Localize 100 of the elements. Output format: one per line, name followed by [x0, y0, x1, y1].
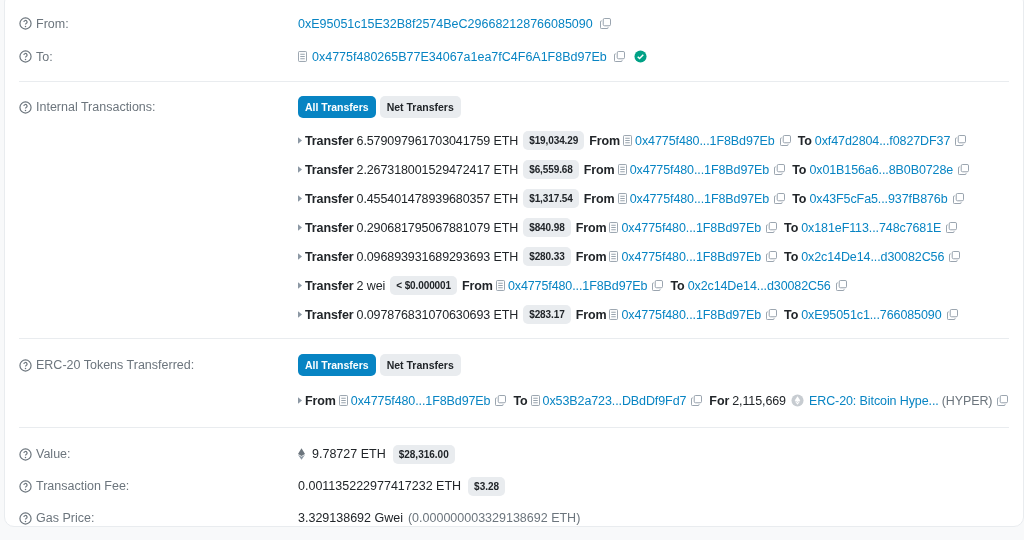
address-link[interactable]: 0xE95051c1...766085090 — [801, 307, 942, 322]
help-icon — [19, 511, 32, 525]
help-icon — [19, 479, 32, 493]
copy-icon[interactable] — [955, 135, 967, 146]
gas-price-detail: (0.000000003329138692 ETH) — [407, 511, 581, 525]
value-amount: 9.78727 ETH — [312, 447, 386, 461]
address-link[interactable]: 0x4775f480...1F8Bd97Eb — [621, 307, 762, 322]
help-icon — [19, 50, 32, 63]
caret-icon[interactable] — [298, 137, 302, 144]
filter-tab[interactable]: All Transfers — [298, 96, 376, 118]
copy-icon[interactable] — [779, 135, 791, 146]
usd-value-badge: $6,559.68 — [523, 160, 579, 179]
address-link[interactable]: 0x4775f480...1F8Bd97Eb — [350, 393, 491, 408]
address-link[interactable]: 0x4775f480...1F8Bd97Eb — [621, 249, 762, 264]
transfer-label: Transfer — [305, 162, 354, 177]
copy-icon[interactable] — [766, 222, 778, 233]
caret-icon[interactable] — [298, 282, 302, 289]
copy-icon[interactable] — [774, 193, 786, 204]
transfer-amount: 2.267318001529472417 ETH — [356, 162, 519, 177]
filter-tab[interactable]: Net Transfers — [379, 354, 461, 376]
copy-icon[interactable] — [652, 280, 664, 291]
field-label: Transaction Fee: — [36, 479, 130, 493]
copy-icon[interactable] — [835, 280, 847, 291]
to-label: To — [513, 393, 528, 408]
address-link[interactable]: 0xf47d2804...f0827DF37 — [814, 133, 951, 148]
contract-icon — [338, 395, 348, 406]
field-label: From: — [36, 16, 69, 31]
copy-icon[interactable] — [766, 251, 778, 262]
token-symbol: (HYPER) — [941, 393, 993, 408]
field-label: ERC-20 Tokens Transferred: — [36, 358, 195, 372]
copy-icon[interactable] — [946, 309, 958, 320]
field-label: To: — [36, 49, 53, 64]
copy-icon[interactable] — [958, 164, 970, 175]
transfer-amount: 6.579097961703041759 ETH — [356, 133, 519, 148]
contract-icon — [609, 309, 619, 320]
from-label: From — [305, 393, 336, 408]
address-link[interactable]: 0x4775f480...1F8Bd97Eb — [635, 133, 775, 148]
address-link[interactable]: 0x2c14De14...d30082C56 — [687, 278, 831, 293]
fee-amount: 0.001135222977417232 ETH — [298, 479, 462, 493]
contract-icon — [495, 280, 505, 291]
address-link[interactable]: 0x4775f480...1F8Bd97Eb — [629, 162, 770, 177]
filter-tab[interactable]: All Transfers — [298, 354, 376, 376]
caret-icon[interactable] — [298, 311, 302, 318]
token-quantity: 2,115,669 — [732, 393, 786, 408]
copy-icon[interactable] — [766, 309, 778, 320]
usd-value-badge: $28,316.00 — [392, 444, 455, 464]
to-label: To — [784, 249, 799, 264]
field-label: Gas Price: — [36, 511, 95, 525]
to-label: To — [784, 307, 799, 322]
address-link[interactable]: 0x01B156a6...8B0B0728e — [809, 162, 954, 177]
transfer-label: Transfer — [305, 278, 354, 293]
to-label: To — [797, 133, 812, 148]
transfer-amount: 0.290681795067881079 ETH — [356, 220, 519, 235]
copy-icon[interactable] — [691, 395, 703, 406]
from-label: From — [589, 133, 621, 148]
caret-icon[interactable] — [298, 195, 302, 202]
usd-value-badge: $3.28 — [468, 476, 506, 496]
caret-icon[interactable] — [298, 253, 302, 260]
usd-value-badge: $283.17 — [523, 305, 571, 324]
address-link[interactable]: 0x4775f480...1F8Bd97Eb — [621, 220, 762, 235]
caret-icon[interactable] — [298, 166, 302, 173]
copy-icon[interactable] — [495, 395, 507, 406]
contract-icon — [617, 193, 627, 204]
contract-icon — [530, 395, 540, 406]
from-label: From — [583, 191, 615, 206]
to-label: To — [670, 278, 685, 293]
copy-icon[interactable] — [599, 18, 611, 29]
copy-icon[interactable] — [613, 51, 625, 62]
token-link[interactable]: ERC-20: Bitcoin Hype... — [809, 393, 939, 408]
copy-icon[interactable] — [946, 222, 958, 233]
address-link[interactable]: 0x4775f480...1F8Bd97Eb — [507, 278, 648, 293]
token-icon — [791, 394, 804, 407]
usd-value-badge: $280.33 — [523, 247, 571, 266]
caret-icon[interactable] — [298, 224, 302, 231]
copy-icon[interactable] — [997, 395, 1009, 406]
from-label: From — [575, 220, 607, 235]
to-label: To — [792, 162, 807, 177]
caret-icon[interactable] — [298, 397, 302, 404]
address-link[interactable]: 0x4775f480265B77E34067a1ea7fC4F6A1F8Bd97Eb — [312, 49, 607, 64]
for-label: For — [709, 393, 730, 408]
field-label: Internal Transactions: — [36, 100, 156, 114]
transfer-amount: 0.455401478939680357 ETH — [356, 191, 519, 206]
from-label: From — [575, 249, 607, 264]
contract-icon — [617, 164, 627, 175]
address-link[interactable]: 0x43F5cFa5...937fB876b — [809, 191, 948, 206]
address-link[interactable]: 0xE95051c15E32B8f2574BeC296682128766085090 — [298, 16, 593, 31]
transfer-label: Transfer — [305, 191, 354, 206]
copy-icon[interactable] — [949, 251, 961, 262]
to-label: To — [792, 191, 807, 206]
address-link[interactable]: 0x53B2a723...DBdDf9Fd7 — [542, 393, 687, 408]
address-link[interactable]: 0x181eF113...748c7681E — [801, 220, 942, 235]
contract-icon — [609, 251, 619, 262]
address-link[interactable]: 0x2c14De14...d30082C56 — [801, 249, 945, 264]
usd-value-badge: < $0.000001 — [390, 276, 457, 295]
copy-icon[interactable] — [774, 164, 786, 175]
copy-icon[interactable] — [952, 193, 964, 204]
transfer-label: Transfer — [305, 249, 354, 264]
address-link[interactable]: 0x4775f480...1F8Bd97Eb — [629, 191, 770, 206]
filter-tab[interactable]: Net Transfers — [379, 96, 461, 118]
usd-value-badge: $19,034.29 — [523, 131, 585, 150]
